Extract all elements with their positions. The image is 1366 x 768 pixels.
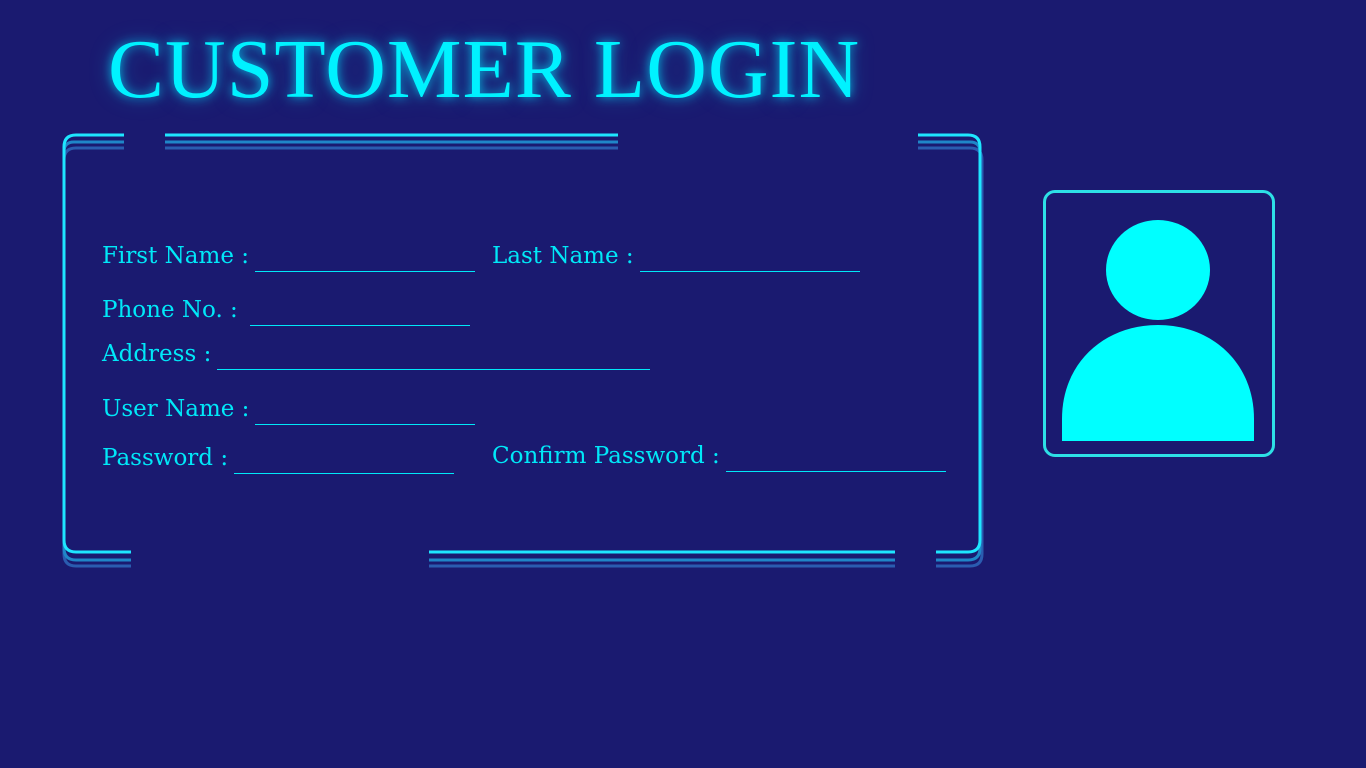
last-name-input[interactable] xyxy=(639,246,860,272)
first-name-field: First Name : xyxy=(102,242,475,272)
phone-input[interactable] xyxy=(249,300,470,326)
username-label: User Name : xyxy=(102,396,250,422)
last-name-field: Last Name : xyxy=(492,242,860,272)
password-label: Password : xyxy=(102,445,229,471)
password-input[interactable] xyxy=(234,448,455,474)
first-name-input[interactable] xyxy=(254,246,475,272)
address-field: Address : xyxy=(102,340,651,370)
confirm-password-field: Confirm Password : xyxy=(492,442,946,472)
phone-field: Phone No. : xyxy=(102,296,470,326)
first-name-label: First Name : xyxy=(102,243,249,269)
user-avatar-icon xyxy=(1062,220,1254,441)
last-name-label: Last Name : xyxy=(492,243,634,269)
address-label: Address : xyxy=(102,341,212,367)
profile-photo-frame[interactable] xyxy=(1043,190,1275,457)
phone-label: Phone No. : xyxy=(102,297,238,323)
username-field: User Name : xyxy=(102,395,476,425)
password-field: Password : xyxy=(102,444,455,474)
address-input[interactable] xyxy=(217,344,651,370)
username-input[interactable] xyxy=(255,399,476,425)
confirm-password-label: Confirm Password : xyxy=(492,443,720,469)
confirm-password-input[interactable] xyxy=(725,446,946,472)
